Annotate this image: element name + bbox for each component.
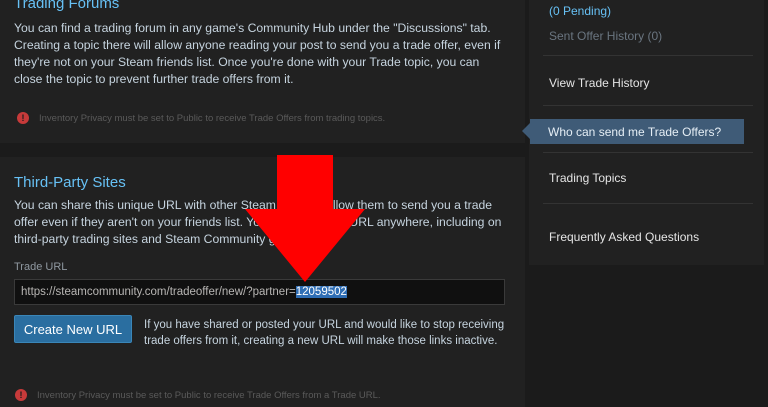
third-party-note: ! Inventory Privacy must be set to Publi… bbox=[15, 389, 381, 401]
create-new-url-button[interactable]: Create New URL bbox=[14, 315, 132, 343]
third-party-body: You can share this unique URL with other… bbox=[14, 198, 502, 246]
pending-offers-link[interactable]: (0 Pending) bbox=[549, 4, 611, 18]
sent-offer-history-link[interactable]: Sent Offer History (0) bbox=[549, 29, 662, 43]
trading-forums-note: ! Inventory Privacy must be set to Publi… bbox=[17, 112, 385, 124]
trading-forums-body: You can find a trading forum in any game… bbox=[14, 21, 501, 86]
view-trade-history-link[interactable]: View Trade History bbox=[549, 76, 649, 90]
third-party-note-text: Inventory Privacy must be set to Public … bbox=[37, 389, 381, 401]
trading-forums-panel: Trading Forums You can find a trading fo… bbox=[0, 0, 525, 143]
trade-url-prefix: https://steamcommunity.com/tradeoffer/ne… bbox=[21, 286, 296, 298]
trade-url-field[interactable]: https://steamcommunity.com/tradeoffer/ne… bbox=[14, 279, 505, 305]
who-can-send-offers-link[interactable]: Who can send me Trade Offers? bbox=[522, 119, 744, 144]
sidebar-divider bbox=[543, 55, 753, 56]
sidebar-divider bbox=[543, 203, 753, 204]
faq-link[interactable]: Frequently Asked Questions bbox=[549, 230, 699, 244]
sidebar-divider bbox=[543, 105, 753, 106]
trading-forums-note-text: Inventory Privacy must be set to Public … bbox=[39, 112, 386, 124]
warning-icon: ! bbox=[17, 112, 29, 124]
main-content: Trading Forums You can find a trading fo… bbox=[0, 0, 525, 407]
trading-forums-title: Trading Forums bbox=[14, 0, 120, 12]
trade-url-label: Trade URL bbox=[14, 261, 68, 273]
third-party-title: Third-Party Sites bbox=[14, 174, 126, 191]
create-url-note: If you have shared or posted your URL an… bbox=[144, 319, 505, 347]
trading-topics-link[interactable]: Trading Topics bbox=[549, 171, 626, 185]
warning-icon: ! bbox=[15, 389, 27, 401]
sidebar-divider bbox=[543, 152, 753, 153]
trade-url-partner-id: 12059502 bbox=[295, 286, 347, 298]
